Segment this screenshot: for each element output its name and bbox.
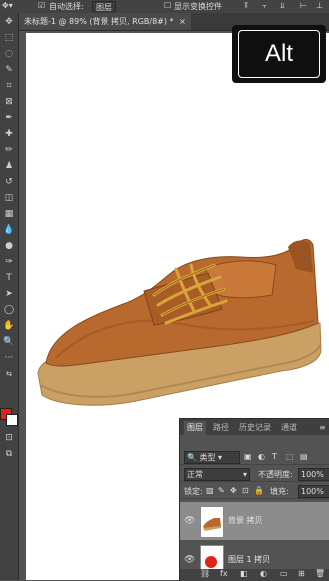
fx-icon[interactable]: fx [220, 569, 228, 578]
alt-key-overlay: Alt [232, 25, 326, 83]
filter-shape-icon[interactable]: ⬚ [286, 452, 294, 461]
group-icon[interactable]: ▭ [280, 569, 288, 578]
align-left-icon[interactable]: ⊢ [300, 1, 307, 10]
align-top-icon[interactable]: ⫪ [244, 1, 249, 11]
lock-pixels-icon[interactable]: ▨ [206, 486, 214, 495]
brush-tool-icon[interactable]: ✏ [2, 143, 16, 157]
panel-footer: ⛓ fx ◧ ◐ ▭ ⊞ 🗑 [180, 569, 329, 581]
dodge-tool-icon[interactable]: ● [2, 239, 16, 253]
adjustment-icon[interactable]: ◐ [260, 569, 267, 578]
show-transform-checkbox[interactable]: ☐ [164, 1, 171, 10]
blend-mode-dropdown[interactable]: 正常 ▾ [184, 468, 250, 481]
tab-layers[interactable]: 图层 [184, 421, 206, 435]
tab-history[interactable]: 历史记录 [236, 421, 274, 435]
layers-panel: 图层 路径 历史记录 通道 ≡ 🔍 类型 ▾ ▣ ◐ T ⬚ ▤ 正常 ▾ 不透… [179, 418, 329, 581]
background-color-swatch[interactable] [6, 414, 18, 426]
path-select-icon[interactable]: ➤ [2, 287, 16, 301]
auto-select-checkbox[interactable]: ☑ [38, 1, 45, 10]
filter-smart-icon[interactable]: ▤ [300, 452, 308, 461]
tab-channels[interactable]: 通道 [278, 421, 300, 435]
type-tool-icon[interactable]: T [2, 271, 16, 285]
search-icon: 🔍 [187, 453, 197, 462]
quick-select-icon[interactable]: ✎ [2, 63, 16, 77]
filter-row: 🔍 类型 ▾ ▣ ◐ T ⬚ ▤ [180, 449, 329, 465]
eraser-icon[interactable]: ◫ [2, 191, 16, 205]
layer-thumbnail [200, 506, 224, 538]
lock-paint-icon[interactable]: ✎ [218, 486, 225, 495]
fill-input[interactable]: 100% [298, 485, 329, 498]
lock-label: 锁定: [184, 487, 203, 496]
quick-mask-icon[interactable]: ⊡ [2, 431, 16, 445]
frame-tool-icon[interactable]: ⊠ [2, 95, 16, 109]
lock-row: 锁定: ▨ ✎ ✥ ⊡ 🔒 填充: 100% [180, 483, 329, 499]
marquee-tool-icon[interactable]: ⬚ [2, 31, 16, 45]
align-middle-icon[interactable]: ⫟ [262, 1, 267, 11]
alt-key-label: Alt [238, 30, 320, 78]
filter-adjust-icon[interactable]: ◐ [258, 452, 265, 461]
screen-mode-icon[interactable]: ⧉ [2, 447, 16, 461]
panel-tabs: 图层 路径 历史记录 通道 ≡ [180, 419, 329, 435]
layer-name[interactable]: 背景 拷贝 [228, 515, 263, 526]
lasso-tool-icon[interactable]: ◌ [2, 47, 16, 61]
auto-select-label: 自动选择: [49, 2, 84, 11]
tab-paths[interactable]: 路径 [210, 421, 232, 435]
options-bar: ✥▾ ☑ 自动选择: 图层 ☐ 显示变换控件 ⫪ ⫟ ⫫ ⊢ ⊥ [0, 0, 329, 14]
panel-menu-icon[interactable]: ≡ [316, 421, 329, 435]
filter-kind-dropdown[interactable]: 🔍 类型 ▾ [184, 451, 240, 464]
red-dot-icon [205, 556, 217, 568]
lock-artboard-icon[interactable]: ⊡ [242, 486, 249, 495]
opacity-input[interactable]: 100% [298, 468, 329, 481]
swap-colors-icon[interactable]: ⇆ [2, 367, 16, 381]
shape-tool-icon[interactable]: ◯ [2, 303, 16, 317]
eye-icon[interactable]: 👁 [184, 555, 195, 565]
lock-all-icon[interactable]: 🔒 [254, 486, 264, 495]
blend-mode-value: 正常 [187, 470, 203, 479]
gradient-tool-icon[interactable]: ▦ [2, 207, 16, 221]
filter-type-icon[interactable]: T [272, 452, 277, 461]
lock-position-icon[interactable]: ✥ [230, 486, 237, 495]
pen-tool-icon[interactable]: ✑ [2, 255, 16, 269]
healing-brush-icon[interactable]: ✚ [2, 127, 16, 141]
document-title: 未标题-1 @ 89% (背景 拷贝, RGB/8#) * [24, 17, 174, 26]
show-transform-label: 显示变换控件 [174, 2, 222, 11]
chevron-down-icon: ▾ [242, 470, 247, 479]
close-icon[interactable]: × [179, 17, 186, 26]
align-bottom-icon[interactable]: ⫫ [280, 1, 285, 11]
tools-panel: ✥ ⬚ ◌ ✎ ⌗ ⊠ ✒ ✚ ✏ ♟ ↺ ◫ ▦ 💧 ● ✑ T ➤ ◯ ✋ … [0, 13, 19, 580]
layer-name[interactable]: 图层 1 拷贝 [228, 554, 270, 565]
opacity-label: 不透明度: [258, 470, 293, 479]
history-brush-icon[interactable]: ↺ [2, 175, 16, 189]
filter-pixel-icon[interactable]: ▣ [244, 452, 252, 461]
mask-icon[interactable]: ◧ [240, 569, 248, 578]
filter-kind-label: 类型 [199, 453, 216, 462]
more-tools-icon[interactable]: ··· [2, 351, 16, 365]
zoom-tool-icon[interactable]: 🔍 [2, 335, 16, 349]
link-icon[interactable]: ⛓ [200, 569, 210, 578]
eye-icon[interactable]: 👁 [184, 516, 195, 526]
document-tab[interactable]: 未标题-1 @ 89% (背景 拷贝, RGB/8#) * × [19, 13, 191, 30]
layer-row-selected[interactable]: 👁 背景 拷贝 [180, 502, 329, 540]
hand-tool-icon[interactable]: ✋ [2, 319, 16, 333]
new-layer-icon[interactable]: ⊞ [298, 569, 305, 578]
move-tool-icon[interactable]: ✥ [2, 15, 16, 29]
blur-tool-icon[interactable]: 💧 [2, 223, 16, 237]
clone-stamp-icon[interactable]: ♟ [2, 159, 16, 173]
fill-label: 填充: [270, 487, 289, 496]
crop-tool-icon[interactable]: ⌗ [2, 79, 16, 93]
blend-row: 正常 ▾ 不透明度: 100% [180, 466, 329, 482]
shoe-thumbnail-icon [203, 518, 221, 531]
move-tool-icon[interactable]: ✥▾ [2, 1, 13, 10]
eyedropper-icon[interactable]: ✒ [2, 111, 16, 125]
align-center-icon[interactable]: ⊥ [316, 1, 323, 10]
trash-icon[interactable]: 🗑 [315, 569, 325, 578]
